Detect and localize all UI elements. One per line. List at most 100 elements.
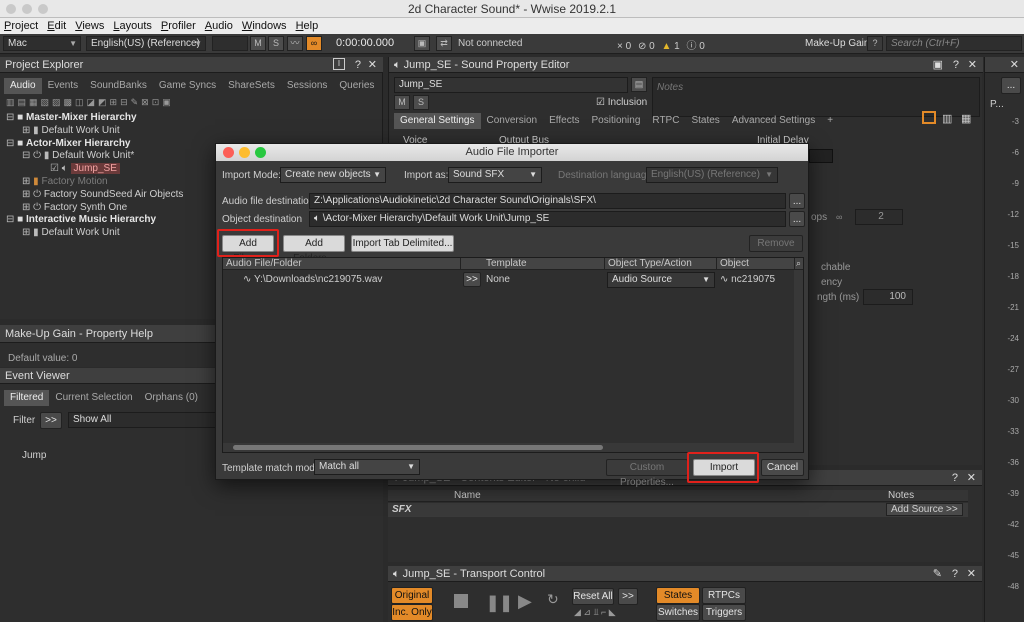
loop-count-field[interactable]: 2	[855, 209, 903, 225]
close-icon[interactable]: ✕	[368, 57, 377, 73]
close-icon[interactable]: ✕	[967, 470, 976, 486]
menu-audio[interactable]: Audio	[205, 18, 233, 34]
notification-counts[interactable]: × 0 ⊘ 0 ▲ 1 ⓘ 0	[617, 37, 705, 52]
layout-single-icon[interactable]	[922, 111, 936, 124]
inclusion-checkbox[interactable]: ☑ Inclusion	[596, 97, 647, 108]
tab-queries[interactable]: Queries	[333, 78, 380, 94]
remove-button[interactable]: Remove	[749, 235, 803, 252]
tab-current-selection[interactable]: Current Selection	[49, 390, 138, 406]
search-icon[interactable]: ⌕	[796, 258, 801, 269]
object-name-field[interactable]: Jump_SE	[394, 77, 628, 93]
help-icon[interactable]: ?	[355, 57, 361, 73]
help-icon[interactable]: ?	[953, 57, 959, 73]
col-object[interactable]: Object	[717, 258, 795, 270]
layout-split-icon[interactable]: ▥	[942, 112, 952, 125]
tab-soundbanks[interactable]: SoundBanks	[84, 78, 153, 94]
col-object-type[interactable]: Object Type/Action	[605, 258, 717, 270]
tab-positioning[interactable]: Positioning	[585, 113, 646, 129]
explorer-toolbar-icons[interactable]: ▥▤▦▧▨▩◫◪◩⊞⊟✎⊠⊡▣	[6, 97, 174, 109]
horizontal-scrollbar[interactable]	[223, 443, 803, 452]
blank-field[interactable]	[212, 36, 248, 51]
import-tab-delimited-button[interactable]: Import Tab Delimited...	[351, 235, 454, 252]
reset-more-button[interactable]: >>	[618, 588, 638, 605]
add-source-button[interactable]: Add Source >>	[886, 503, 963, 516]
menu-help[interactable]: Help	[296, 18, 319, 34]
object-type-dropdown[interactable]: Audio Source ▼	[607, 272, 715, 288]
import-as-dropdown[interactable]: Sound SFX ▼	[448, 167, 542, 183]
states-button[interactable]: States	[656, 587, 700, 604]
reset-all-button[interactable]: Reset All	[572, 588, 614, 605]
search-input[interactable]: Search (Ctrl+F)	[886, 36, 1022, 51]
tab-effects[interactable]: Effects	[543, 113, 585, 129]
triggers-button[interactable]: Triggers	[702, 604, 746, 621]
browse-audio-button[interactable]: ...	[789, 193, 805, 209]
add-folders-button[interactable]: Add Folders...	[283, 235, 345, 264]
tab-filtered[interactable]: Filtered	[4, 390, 50, 406]
tab-sharesets[interactable]: ShareSets	[222, 78, 281, 94]
length-field[interactable]: 100	[863, 289, 913, 305]
minimize-dot[interactable]	[22, 4, 32, 14]
meter-menu-button[interactable]: ...	[1001, 77, 1021, 94]
solo-button[interactable]: S	[268, 36, 284, 51]
save-icon[interactable]: ▣	[933, 57, 943, 73]
loop-icon[interactable]: ↻	[547, 591, 559, 608]
tab-rtpc[interactable]: RTPC	[646, 113, 685, 129]
table-row[interactable]: ∿ Y:\Downloads\nc219075.wav >> None Audi…	[223, 271, 795, 289]
help-icon[interactable]: ?	[952, 470, 958, 486]
infinity-icon[interactable]: ∞	[836, 212, 842, 222]
object-destination-field[interactable]: 🔈︎ \Actor-Mixer Hierarchy\Default Work U…	[309, 211, 786, 227]
col-audio-file[interactable]: Audio File/Folder	[223, 258, 461, 270]
play-icon[interactable]: ▶	[518, 591, 532, 612]
event-item[interactable]: Jump	[22, 450, 46, 461]
import-mode-dropdown[interactable]: Create new objects ▼	[280, 167, 386, 183]
template-arrow-button[interactable]: >>	[463, 272, 481, 287]
vertical-scrollbar[interactable]	[794, 270, 803, 444]
browse-object-button[interactable]: ...	[789, 211, 805, 227]
reset-options-icons[interactable]: ◢ ⊿ ⫫ ⌐ ◣	[574, 607, 616, 618]
menu-project[interactable]: Project	[4, 18, 38, 34]
profiler-icon[interactable]: ▣	[414, 36, 430, 51]
tab-add[interactable]: +	[821, 113, 839, 129]
cancel-button[interactable]: Cancel	[761, 459, 804, 476]
tree-item[interactable]: ⊟ ■ Master-Mixer Hierarchy	[6, 112, 376, 125]
zoom-dot[interactable]	[38, 4, 48, 14]
inc-only-button[interactable]: Inc. Only	[391, 604, 433, 621]
dialog-close-dot[interactable]	[223, 147, 234, 158]
menu-profiler[interactable]: Profiler	[161, 18, 196, 34]
stop-icon[interactable]	[454, 594, 468, 608]
info-icon[interactable]: I	[333, 58, 345, 70]
platform-dropdown[interactable]: Mac ▼	[3, 36, 81, 51]
template-match-dropdown[interactable]: Match all ▼	[314, 459, 420, 475]
tab-orphans[interactable]: Orphans (0)	[139, 390, 204, 406]
menu-edit[interactable]: Edit	[47, 18, 66, 34]
tab-sessions[interactable]: Sessions	[281, 78, 334, 94]
close-icon[interactable]: ✕	[1010, 57, 1019, 73]
filter-button[interactable]: >>	[40, 412, 62, 429]
switches-button[interactable]: Switches	[656, 604, 700, 621]
graph-icon[interactable]: 〰	[287, 36, 303, 51]
solo-button[interactable]: S	[413, 95, 429, 110]
help-button[interactable]: ?	[867, 36, 883, 51]
menu-windows[interactable]: Windows	[242, 18, 287, 34]
layout-tri-icon[interactable]: ▦	[961, 112, 971, 125]
tab-general-settings[interactable]: General Settings	[394, 113, 481, 129]
close-icon[interactable]: ✕	[967, 566, 976, 582]
tab-states[interactable]: States	[685, 113, 725, 129]
tree-item[interactable]: ⊞ ▮ Default Work Unit	[6, 125, 376, 138]
col-template[interactable]: Template	[483, 258, 605, 270]
contents-row[interactable]: SFX Add Source >>	[388, 503, 968, 517]
details-icon[interactable]: ▤	[631, 77, 647, 92]
filter-dropdown[interactable]: Show All	[68, 412, 218, 428]
original-button[interactable]: Original	[391, 587, 433, 604]
close-dot[interactable]	[6, 4, 16, 14]
dialog-minimize-dot[interactable]	[239, 147, 250, 158]
tab-game-syncs[interactable]: Game Syncs	[153, 78, 222, 94]
close-icon[interactable]: ✕	[968, 57, 977, 73]
help-icon[interactable]: ?	[952, 566, 958, 582]
remote-icon[interactable]: ⇄	[436, 36, 452, 51]
menu-views[interactable]: Views	[75, 18, 104, 34]
col-notes[interactable]: Notes	[888, 490, 914, 501]
mute-button[interactable]: M	[394, 95, 410, 110]
pause-icon[interactable]: ❚❚	[486, 593, 513, 613]
rtpcs-button[interactable]: RTPCs	[702, 587, 746, 604]
